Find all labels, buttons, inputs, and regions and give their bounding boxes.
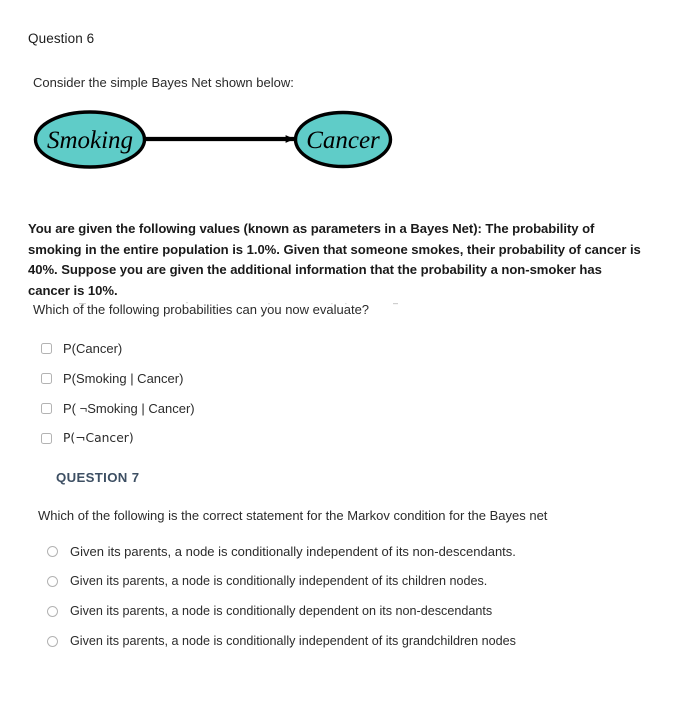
option-row-dependent-non-descendants[interactable]: Given its parents, a node is conditional… [47, 596, 587, 626]
option-label: P(Smoking | Cancer) [63, 370, 184, 386]
bayes-net-diagram: Smoking Cancer [28, 105, 408, 177]
quiz-page: Question 6 Consider the simple Bayes Net… [0, 0, 697, 705]
checkbox-icon[interactable] [41, 402, 52, 414]
option-label: P(¬Cancer) [63, 431, 134, 445]
question-7-options: Given its parents, a node is conditional… [47, 536, 587, 656]
node-cancer-label: Cancer [306, 127, 380, 154]
option-label: Given its parents, a node is conditional… [70, 634, 516, 648]
checkbox-icon[interactable] [41, 432, 52, 444]
checkbox-icon[interactable] [41, 342, 52, 354]
question-6-parameters-text: You are given the following values (know… [28, 221, 641, 298]
option-label: P( ¬Smoking | Cancer) [63, 400, 195, 416]
question-6-prompt: Which of the following probabilities can… [33, 302, 370, 317]
node-smoking-label: Smoking [47, 127, 133, 154]
radio-icon[interactable] [47, 635, 58, 647]
option-label: Given its parents, a node is conditional… [70, 604, 493, 618]
option-row-p-not-smoking-given-cancer[interactable]: P( ¬Smoking | Cancer) [41, 393, 441, 423]
option-row-independent-non-descendants[interactable]: Given its parents, a node is conditional… [47, 536, 587, 566]
radio-icon[interactable] [47, 575, 58, 587]
question-6-intro-text: Consider the simple Bayes Net shown belo… [33, 75, 294, 90]
option-label: P(Cancer) [63, 340, 123, 356]
option-row-independent-children[interactable]: Given its parents, a node is conditional… [47, 566, 587, 596]
question-6-options: P(Cancer) P(Smoking | Cancer) P( ¬Smokin… [41, 333, 441, 453]
question-7-prompt: Which of the following is the correct st… [38, 508, 548, 523]
option-row-independent-grandchildren[interactable]: Given its parents, a node is conditional… [47, 626, 587, 656]
radio-icon[interactable] [47, 605, 58, 617]
question-6-heading: Question 6 [28, 31, 95, 46]
radio-icon[interactable] [47, 545, 58, 557]
option-row-p-smoking-given-cancer[interactable]: P(Smoking | Cancer) [41, 363, 441, 393]
option-row-p-not-cancer[interactable]: P(¬Cancer) [41, 423, 441, 453]
question-7-heading: QUESTION 7 [56, 470, 140, 485]
option-label: Given its parents, a node is conditional… [70, 543, 516, 559]
checkbox-icon[interactable] [41, 372, 52, 384]
option-row-p-cancer[interactable]: P(Cancer) [41, 333, 441, 363]
option-label: Given its parents, a node is conditional… [70, 574, 488, 588]
